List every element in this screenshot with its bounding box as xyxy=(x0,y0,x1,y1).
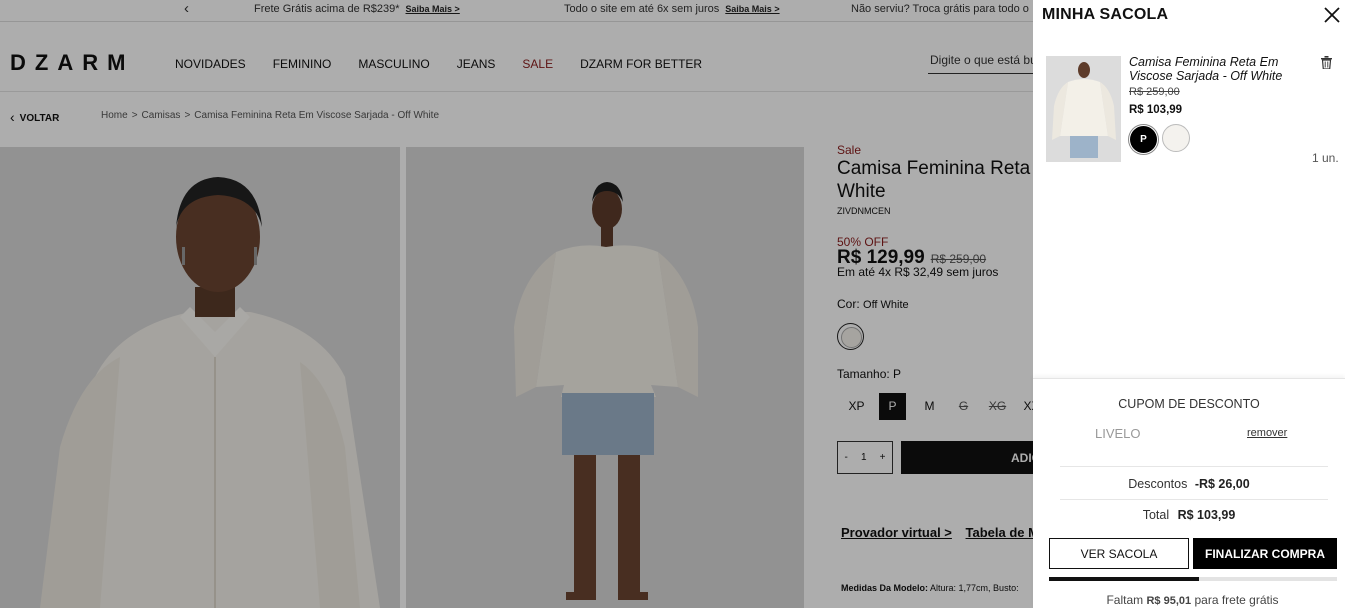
total-row: Total R$ 103,99 xyxy=(1033,508,1345,522)
cart-item-name[interactable]: Camisa Feminina Reta Em Viscose Sarjada … xyxy=(1129,55,1309,83)
trash-icon[interactable] xyxy=(1321,56,1332,69)
cart-item-old-price: R$ 259,00 xyxy=(1129,86,1180,98)
coupon-title: CUPOM DE DESCONTO xyxy=(1118,397,1260,411)
free-shipping-progress xyxy=(1049,577,1337,581)
checkout-button[interactable]: FINALIZAR COMPRA xyxy=(1193,538,1337,569)
cart-item-size[interactable]: P xyxy=(1130,126,1157,153)
cart-title: MINHA SACOLA xyxy=(1042,6,1169,23)
cart-summary: CUPOM DE DESCONTO LIVELO remover Descont… xyxy=(1033,378,1345,608)
cart-item-price: R$ 103,99 xyxy=(1129,104,1183,116)
shipping-prefix: Faltam xyxy=(1106,593,1144,607)
shipping-amount: R$ 95,01 xyxy=(1146,595,1192,607)
coupon-code: LIVELO xyxy=(1095,426,1141,441)
total-label: Total xyxy=(1142,508,1170,522)
shipping-suffix: para frete grátis xyxy=(1194,593,1279,607)
backdrop-overlay[interactable] xyxy=(0,0,1033,608)
free-shipping-message: Faltam R$ 95,01 para frete grátis xyxy=(1033,593,1345,607)
cart-item-color-swatch[interactable] xyxy=(1162,124,1190,152)
divider xyxy=(1060,499,1328,500)
close-icon[interactable] xyxy=(1323,6,1341,24)
discounts-label: Descontos xyxy=(1128,477,1188,491)
cart-drawer: MINHA SACOLA Camisa Feminina Reta Em Vis… xyxy=(1033,0,1345,608)
discounts-value: -R$ 26,00 xyxy=(1194,477,1250,491)
total-value: R$ 103,99 xyxy=(1177,508,1236,522)
remove-coupon-link[interactable]: remover xyxy=(1247,427,1287,439)
cart-item-image[interactable] xyxy=(1046,56,1121,162)
free-shipping-progress-fill xyxy=(1049,577,1199,581)
cart-item-units: 1 un. xyxy=(1312,151,1339,165)
discounts-row: Descontos -R$ 26,00 xyxy=(1033,477,1345,491)
cart-item-thumbnail xyxy=(1046,56,1121,162)
view-bag-button[interactable]: VER SACOLA xyxy=(1049,538,1189,569)
divider xyxy=(1060,466,1328,467)
